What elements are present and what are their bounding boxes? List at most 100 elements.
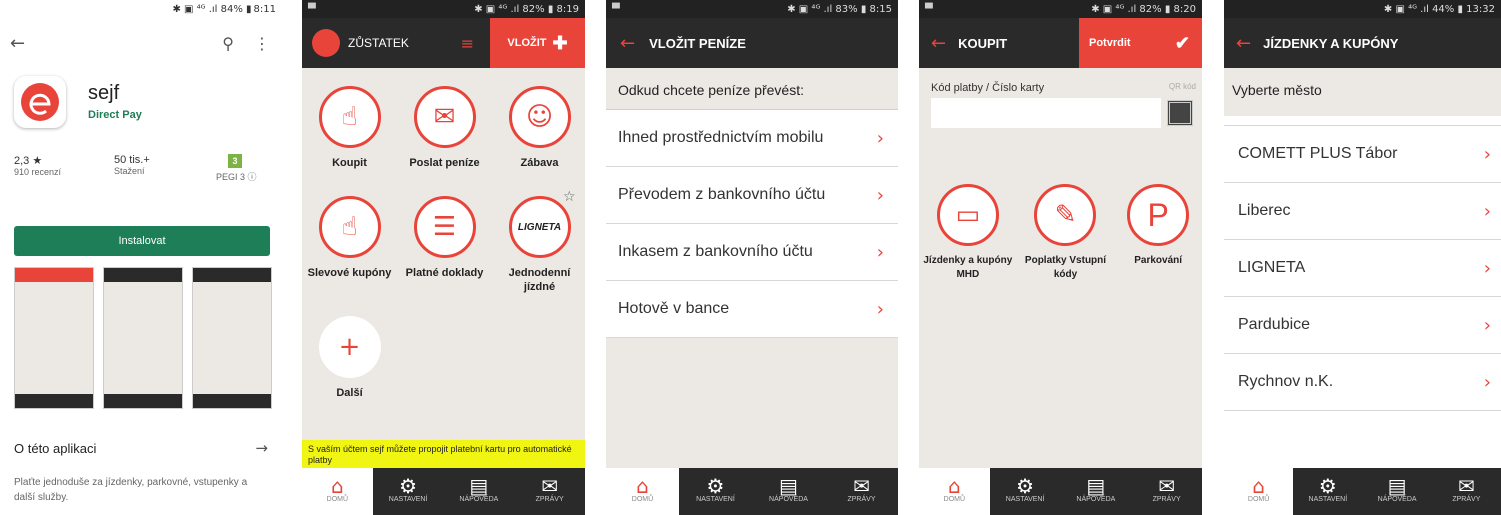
back-arrow-icon[interactable]: ←: [1236, 33, 1251, 54]
tab-messages[interactable]: ✉ ZPRÁVY: [1131, 468, 1202, 515]
chevron-right-icon: ›: [876, 241, 884, 263]
arrow-right-icon[interactable]: →: [255, 439, 268, 457]
tab-help[interactable]: ▤ NÁPOVĚDA: [1060, 468, 1132, 515]
tile-valid-documents[interactable]: ☰ Platné doklady: [397, 196, 492, 316]
tab-label: NASTAVENÍ: [1005, 496, 1045, 503]
ligneta-text: LIGNETA: [517, 221, 562, 233]
city-label: Liberec: [1238, 202, 1291, 219]
tab-label: NÁPOVĚDA: [769, 496, 808, 503]
city-row[interactable]: Liberec ›: [1224, 183, 1501, 240]
tile-coupons[interactable]: ☝ Slevové kupóny: [302, 196, 397, 316]
tab-label: NÁPOVĚDA: [1377, 496, 1417, 503]
envelope-icon: ✉: [853, 474, 870, 498]
item-transit-tickets[interactable]: ▭ Jízdenky a kupóny MHD: [923, 184, 1013, 282]
tab-messages[interactable]: ✉ ZPRÁVY: [514, 468, 585, 515]
city-row[interactable]: Rychnov n.K. ›: [1224, 354, 1501, 411]
tab-label: DOMŮ: [1247, 496, 1270, 503]
city-row[interactable]: Pardubice ›: [1224, 297, 1501, 354]
parking-icon: P: [1127, 184, 1190, 246]
status-icons: ✱ ▣ ⁴ᴳ .ıl: [172, 3, 221, 15]
screenshot-thumbnail[interactable]: [192, 267, 272, 409]
item-fees-codes[interactable]: ✎ Poplatky Vstupní kódy: [1020, 184, 1110, 282]
book-icon: ▤: [469, 474, 489, 498]
gear-icon: ⚙: [706, 474, 725, 498]
app-icon: [14, 76, 66, 128]
battery-icon: ▮: [242, 3, 252, 15]
gear-icon: ⚙: [399, 474, 418, 498]
buy-panel: ▀ ✱ ▣ ⁴ᴳ .ıl 82% ▮ 8:20 ← KOUPIT Potvrdi…: [919, 0, 1202, 515]
chevron-right-icon: ›: [1483, 200, 1491, 222]
tab-settings[interactable]: ⚙ NASTAVENÍ: [372, 468, 444, 515]
screenshot-thumbnail[interactable]: [103, 267, 183, 409]
menu-icon[interactable]: ≡: [461, 34, 474, 53]
item-label: Jízdenky a kupóny MHD: [923, 255, 1013, 280]
tab-bar: ⌂ DOMŮ ⚙ NASTAVENÍ ▤ NÁPOVĚDA ✉ ZPRÁVY: [919, 468, 1202, 515]
tab-label: NASTAVENÍ: [696, 496, 735, 503]
tile-send-money[interactable]: ✉ Poslat peníze: [397, 86, 492, 196]
home-icon: ⌂: [1252, 474, 1265, 498]
tab-label: ZPRÁVY: [535, 496, 564, 503]
tab-messages[interactable]: ✉ ZPRÁVY: [1431, 468, 1501, 515]
masks-icon: ☺: [508, 86, 571, 148]
battery-percent: 82%: [1139, 3, 1162, 15]
tab-help[interactable]: ▤ NÁPOVĚDA: [443, 468, 515, 515]
notification-icon: ▀: [612, 3, 620, 15]
option-bank-transfer[interactable]: Převodem z bankovního účtu ›: [606, 167, 898, 224]
tab-messages[interactable]: ✉ ZPRÁVY: [825, 468, 898, 515]
back-arrow-icon[interactable]: ←: [10, 33, 25, 54]
payment-code-input[interactable]: [931, 98, 1161, 128]
envelope-icon: ✉: [1158, 474, 1175, 498]
battery-percent: 83%: [835, 3, 858, 15]
tab-home[interactable]: ⌂ DOMŮ: [606, 468, 679, 515]
money-icon: ✉: [413, 86, 476, 148]
back-arrow-icon[interactable]: ←: [620, 33, 635, 54]
chevron-right-icon: ›: [1483, 314, 1491, 336]
plus-icon: +: [318, 316, 381, 378]
developer-link[interactable]: Direct Pay: [88, 109, 142, 121]
tab-home[interactable]: ⌂ DOMŮ: [1224, 468, 1294, 515]
deposit-label: VLOŽIT: [507, 37, 547, 49]
tile-more[interactable]: + Další: [302, 316, 397, 406]
search-icon[interactable]: ⚲: [222, 34, 234, 53]
tile-buy[interactable]: ☝ Koupit: [302, 86, 397, 196]
screenshot-thumbnail[interactable]: [14, 267, 94, 409]
tab-label: NÁPOVĚDA: [459, 496, 499, 503]
tab-home[interactable]: ⌂ DOMŮ: [302, 468, 373, 515]
balance-header[interactable]: ZŮSTATEK ≡: [302, 18, 490, 68]
status-bar: ▀ ✱ ▣ ⁴ᴳ .ıl 82% ▮ 8:19: [302, 0, 585, 18]
deposit-button[interactable]: VLOŽIT ✚: [490, 18, 585, 68]
more-options-icon[interactable]: ⋮: [254, 34, 270, 53]
ticket-icon: ✎: [1034, 184, 1097, 246]
tab-bar: ⌂ DOMŮ ⚙ NASTAVENÍ ▤ NÁPOVĚDA ✉ ZPRÁVY: [1224, 468, 1501, 515]
qr-code-icon[interactable]: [1167, 100, 1193, 126]
balance-label: ZŮSTATEK: [348, 36, 409, 50]
chevron-right-icon: ›: [876, 127, 884, 149]
tab-settings[interactable]: ⚙ NASTAVENÍ: [989, 468, 1061, 515]
store-panel: ✱ ▣ ⁴ᴳ .ıl 84% ▮ 8:11 ← ⚲ ⋮ sejf Direct …: [0, 0, 282, 515]
item-parking[interactable]: P Parkování: [1118, 184, 1198, 282]
tile-entertainment[interactable]: ☺ Zábava: [492, 86, 585, 196]
city-row[interactable]: COMETT PLUS Tábor ›: [1224, 126, 1501, 183]
status-bar: ✱ ▣ ⁴ᴳ .ıl 84% ▮ 8:11: [0, 0, 282, 18]
back-arrow-icon[interactable]: ←: [931, 33, 946, 54]
option-cash[interactable]: Hotově v bance ›: [606, 281, 898, 338]
option-mobile[interactable]: Ihned prostřednictvím mobilu ›: [606, 110, 898, 167]
option-direct-debit[interactable]: Inkasem z bankovního účtu ›: [606, 224, 898, 281]
option-label: Převodem z bankovního účtu: [618, 186, 826, 203]
deposit-panel: ▀ ✱ ▣ ⁴ᴳ .ıl 83% ▮ 8:15 ← VLOŽIT PENÍZE …: [606, 0, 898, 515]
tab-help[interactable]: ▤ NÁPOVĚDA: [752, 468, 825, 515]
star-icon[interactable]: ☆: [563, 189, 576, 205]
city-row[interactable]: LIGNETA ›: [1224, 240, 1501, 297]
tile-day-ticket[interactable]: LIGNETA ☆ Jednodenní jízdné: [492, 189, 585, 316]
tab-settings[interactable]: ⚙ NASTAVENÍ: [679, 468, 752, 515]
promo-banner[interactable]: S vaším účtem sejf můžete propojit plate…: [302, 440, 585, 468]
status-icons: ✱ ▣ ⁴ᴳ .ıl: [1383, 3, 1433, 15]
confirm-button[interactable]: Potvrdit ✔: [1079, 18, 1202, 68]
pegi-badge: 3: [228, 154, 242, 168]
install-button[interactable]: Instalovat: [14, 226, 270, 256]
page-title: VLOŽIT PENÍZE: [649, 35, 746, 51]
tab-help[interactable]: ▤ NÁPOVĚDA: [1362, 468, 1432, 515]
tab-settings[interactable]: ⚙ NASTAVENÍ: [1293, 468, 1363, 515]
battery-percent: 84%: [220, 3, 243, 15]
tab-home[interactable]: ⌂ DOMŮ: [919, 468, 990, 515]
